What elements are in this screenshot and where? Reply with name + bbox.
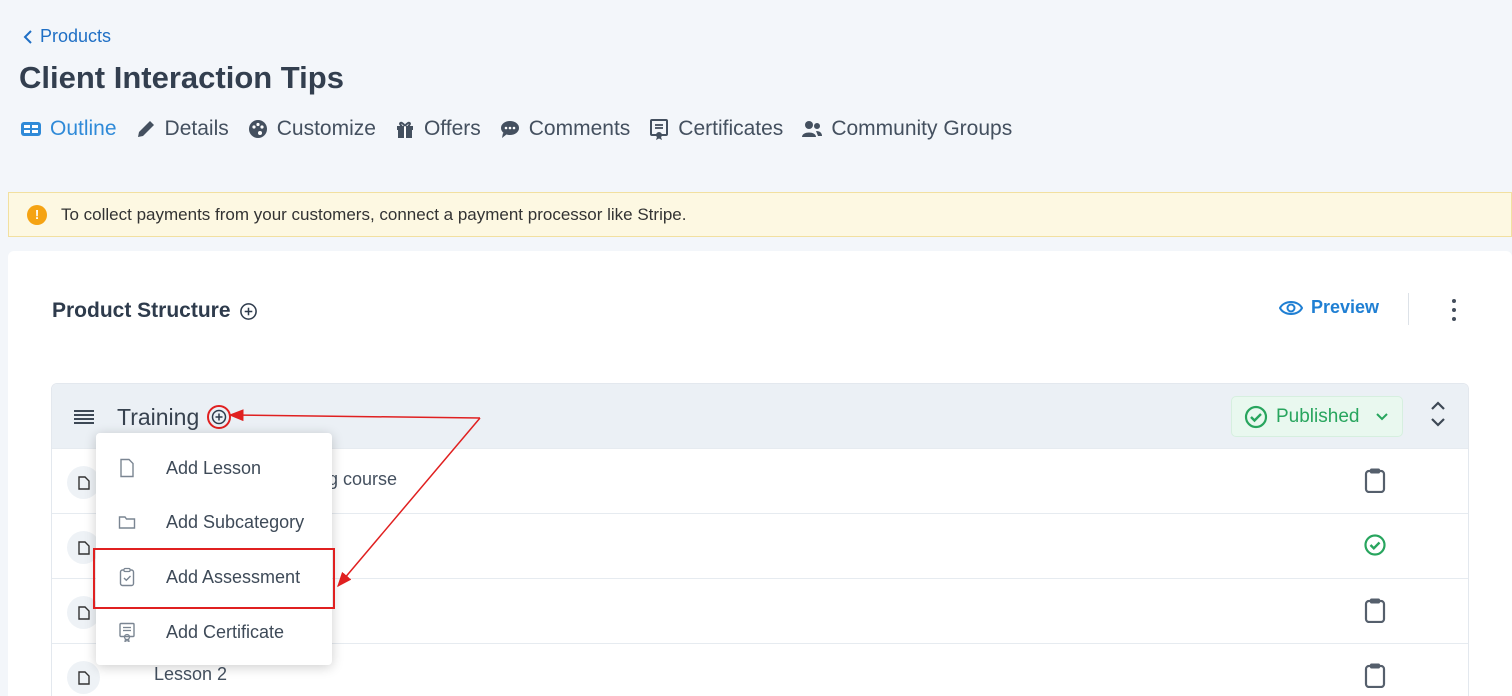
banner-text: To collect payments from your customers,…: [61, 204, 687, 224]
header-divider: [1408, 293, 1409, 325]
clipboard-check-icon: [119, 567, 135, 587]
product-structure-header: Product Structure: [52, 299, 258, 323]
chevron-down-icon: [1376, 412, 1389, 420]
certificate-icon: [650, 119, 669, 140]
tab-comments[interactable]: Comments: [499, 117, 631, 141]
tab-certificates-label: Certificates: [678, 117, 784, 140]
drag-handle-icon[interactable]: [74, 410, 94, 424]
check-circle-icon: [1244, 405, 1268, 428]
add-circle-icon[interactable]: [239, 302, 258, 321]
tab-customize[interactable]: Customize: [247, 117, 376, 141]
file-icon: [67, 661, 100, 694]
tab-outline[interactable]: Outline: [20, 117, 117, 141]
palette-icon: [248, 120, 267, 138]
file-icon: [120, 458, 134, 478]
menu-item-add-assessment[interactable]: Add Assessment: [96, 552, 332, 602]
tab-offers[interactable]: Offers: [394, 117, 481, 141]
plus-circle-icon: [211, 409, 227, 425]
tab-offers-label: Offers: [423, 117, 481, 140]
gift-icon: [396, 121, 413, 138]
tab-comments-label: Comments: [528, 117, 631, 140]
chevron-left-icon: [23, 29, 32, 44]
certificate-icon: [119, 622, 135, 642]
tab-outline-label: Outline: [50, 117, 117, 140]
warning-icon: !: [27, 204, 47, 225]
back-to-products-link[interactable]: Products: [22, 26, 111, 47]
menu-item-add-certificate[interactable]: Add Certificate: [96, 607, 332, 657]
tab-community-groups-label: Community Groups: [831, 117, 1013, 140]
status-dropdown[interactable]: Published: [1231, 396, 1403, 437]
clipboard-icon: [1364, 663, 1386, 688]
menu-item-label: Add Assessment: [166, 566, 301, 587]
product-tabs: Outline Details Customize Offers Comment…: [20, 114, 1030, 144]
add-content-menu: Add Lesson Add Subcategory Add Assessmen…: [96, 433, 332, 665]
tab-details[interactable]: Details: [135, 117, 229, 141]
users-icon: [802, 121, 823, 137]
row-title: Lesson 2: [154, 664, 228, 684]
back-link-label: Products: [40, 26, 112, 46]
tab-details-label: Details: [164, 117, 229, 140]
menu-item-label: Add Lesson: [166, 457, 262, 478]
comment-icon: [500, 121, 519, 138]
menu-item-add-lesson[interactable]: Add Lesson: [96, 443, 332, 493]
folder-icon: [118, 516, 136, 529]
section-title: Training: [117, 404, 200, 430]
tab-customize-label: Customize: [276, 117, 376, 140]
eye-icon: [1279, 300, 1303, 315]
collapse-expand-icon[interactable]: [1430, 400, 1446, 428]
preview-button[interactable]: Preview: [1279, 297, 1379, 318]
outline-icon: [21, 122, 41, 136]
clipboard-icon: [1364, 468, 1386, 493]
pencil-icon: [137, 121, 154, 137]
section-add-button[interactable]: [207, 405, 231, 429]
status-label: Published: [1276, 405, 1360, 427]
menu-item-label: Add Subcategory: [166, 511, 305, 532]
menu-item-label: Add Certificate: [166, 621, 285, 642]
clipboard-icon: [1364, 598, 1386, 623]
page-title: Client Interaction Tips: [19, 60, 344, 95]
tab-community-groups[interactable]: Community Groups: [801, 117, 1012, 141]
tab-certificates[interactable]: Certificates: [648, 117, 783, 141]
preview-label: Preview: [1311, 297, 1380, 317]
check-circle-icon: [1364, 534, 1386, 556]
menu-item-add-subcategory[interactable]: Add Subcategory: [96, 497, 332, 547]
payment-warning-banner: ! To collect payments from your customer…: [8, 192, 1512, 237]
product-structure-title: Product Structure: [52, 299, 231, 322]
more-options-button[interactable]: [1444, 297, 1464, 323]
